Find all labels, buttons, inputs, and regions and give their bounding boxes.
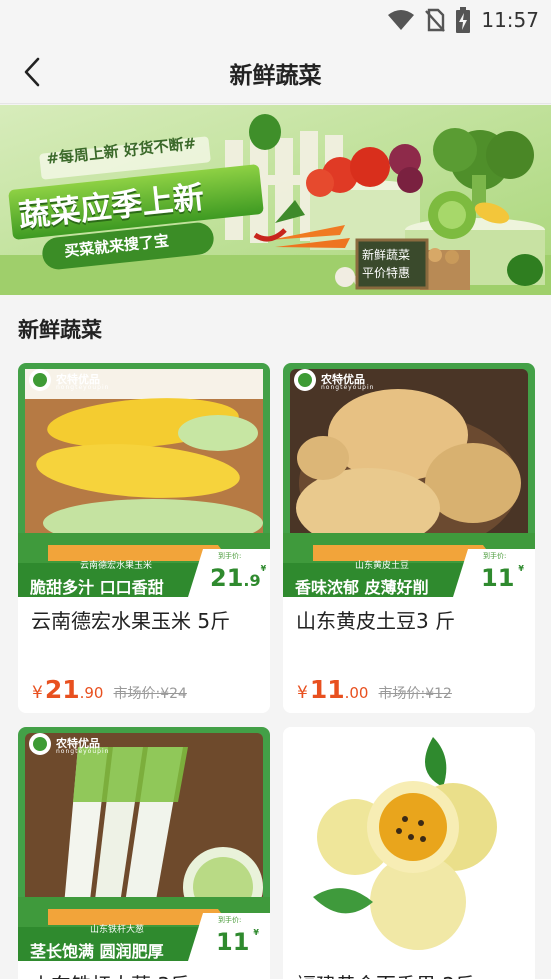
product-card[interactable]: 农特优品 nongteyoupin 山东铁杆大葱 茎长饱满 圆润肥厚 到手价: … xyxy=(18,727,270,979)
price-row: ¥ 11 .00 市场价:¥12 xyxy=(297,675,452,704)
badge-price-int: 11 xyxy=(216,928,250,956)
product-card[interactable]: 农特优品 nongteyoupin 云南德宏水果玉米 脆甜多汁 口口香甜 到手价… xyxy=(18,363,270,713)
wifi-icon xyxy=(388,10,415,30)
badge-price: 11 ¥ xyxy=(216,928,259,956)
badge-label: 到手价: xyxy=(483,552,507,560)
product-image-passion-fruit xyxy=(283,727,535,961)
price-decimal: .90 xyxy=(79,684,104,702)
status-bar: 11:57 xyxy=(0,0,551,40)
market-price: 市场价:¥24 xyxy=(113,686,187,702)
slogan: 脆甜多汁 口口香甜 xyxy=(30,578,164,597)
no-sim-icon xyxy=(425,8,446,32)
badge-currency: ¥ xyxy=(518,564,524,573)
badge-price: 11 ¥ xyxy=(481,564,524,592)
product-name: 山东铁杆大葱 3斤 xyxy=(31,969,190,979)
badge-label: 到手价: xyxy=(218,552,242,560)
market-price: 市场价:¥12 xyxy=(378,686,452,702)
brand-sub-label: nongteyoupin xyxy=(56,748,110,755)
banner-sign-line1: 新鲜蔬菜 xyxy=(362,248,411,262)
badge-currency: ¥ xyxy=(253,928,259,937)
brand-sub-label: nongteyoupin xyxy=(56,384,110,391)
price-symbol: ¥ xyxy=(297,683,308,703)
slogan: 茎长饱满 圆润肥厚 xyxy=(30,942,164,961)
badge-price-int: 11 xyxy=(481,564,515,592)
status-icons: 11:57 xyxy=(387,7,539,33)
section-title: 新鲜蔬菜 xyxy=(18,318,102,342)
badge-currency: ¥ xyxy=(260,564,267,573)
battery-charging-icon xyxy=(456,7,471,33)
origin-ribbon: 山东铁杆大葱 xyxy=(90,925,145,935)
promo-banner[interactable]: #每周上新 好货不断# 蔬菜应季上新 买菜就来搜了宝 新鲜蔬菜 平价特惠 xyxy=(0,105,551,295)
price-integer: 11 xyxy=(309,675,345,704)
page-title: 新鲜蔬菜 xyxy=(229,63,322,89)
product-name: 山东黄皮土豆3 斤 xyxy=(296,609,456,633)
badge-price-int: 21 xyxy=(210,564,244,592)
origin-ribbon: 山东黄皮土豆 xyxy=(355,561,410,571)
price-integer: 21 xyxy=(44,675,80,704)
product-card[interactable]: 福建黄金百香果 2斤 xyxy=(283,727,535,979)
product-card[interactable]: 农特优品 nongteyoupin 山东黄皮土豆 香味浓郁 皮薄好削 到手价: … xyxy=(283,363,535,713)
badge-label: 到手价: xyxy=(218,916,242,924)
brand-sub-label: nongteyoupin xyxy=(321,384,375,391)
origin-ribbon: 云南德宏水果玉米 xyxy=(80,561,153,571)
badge-price-dec: .9 xyxy=(243,571,261,590)
badge-price: 21.9¥ xyxy=(210,564,266,592)
slogan: 香味浓郁 皮薄好削 xyxy=(295,578,429,597)
price-symbol: ¥ xyxy=(32,683,43,703)
banner-sign-line2: 平价特惠 xyxy=(362,266,411,280)
product-name: 福建黄金百香果 2斤 xyxy=(296,969,475,979)
status-time: 11:57 xyxy=(481,8,539,32)
price-row: ¥ 21 .90 市场价:¥24 xyxy=(32,675,187,704)
product-name: 云南德宏水果玉米 5斤 xyxy=(31,609,231,633)
app-header: 新鲜蔬菜 xyxy=(0,40,551,104)
price-decimal: .00 xyxy=(344,684,369,702)
